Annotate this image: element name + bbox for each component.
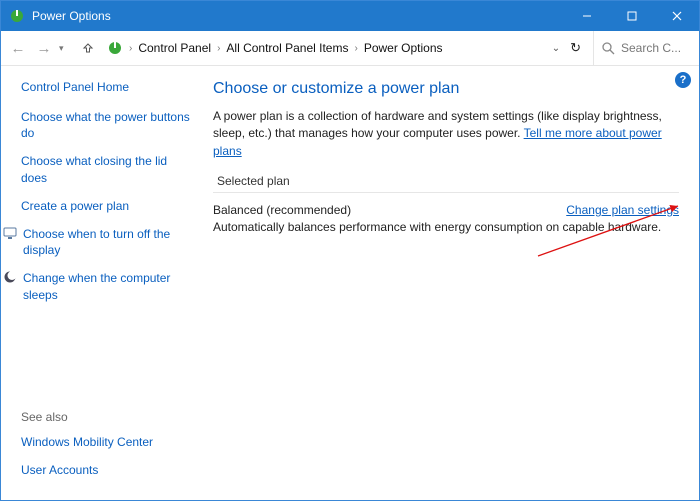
back-button[interactable]: ← bbox=[7, 40, 29, 57]
moon-icon bbox=[3, 270, 19, 284]
window-controls bbox=[564, 1, 699, 31]
main-panel: ? Choose or customize a power plan A pow… bbox=[203, 66, 699, 500]
chevron-right-icon: › bbox=[127, 43, 134, 54]
breadcrumb[interactable]: › Control Panel › All Control Panel Item… bbox=[103, 40, 589, 56]
sidebar-link-user-accounts[interactable]: User Accounts bbox=[21, 462, 193, 478]
breadcrumb-seg[interactable]: Power Options bbox=[364, 41, 443, 55]
window-titlebar: Power Options bbox=[1, 1, 699, 31]
maximize-button[interactable] bbox=[609, 1, 654, 31]
refresh-button[interactable]: ↻ bbox=[570, 40, 581, 56]
page-heading: Choose or customize a power plan bbox=[213, 80, 679, 98]
close-button[interactable] bbox=[654, 1, 699, 31]
chevron-right-icon: › bbox=[352, 43, 359, 54]
sidebar-link-create-plan[interactable]: Create a power plan bbox=[21, 198, 193, 214]
up-button[interactable] bbox=[77, 37, 99, 59]
search-icon bbox=[602, 42, 615, 55]
plan-description: Automatically balances performance with … bbox=[213, 220, 679, 234]
selected-plan-label: Selected plan bbox=[213, 174, 679, 193]
page-description: A power plan is a collection of hardware… bbox=[213, 108, 679, 160]
search-placeholder: Search C... bbox=[621, 41, 681, 55]
see-also-label: See also bbox=[21, 410, 193, 424]
sidebar-link-power-buttons[interactable]: Choose what the power buttons do bbox=[21, 109, 193, 141]
sidebar-link-turn-off-display[interactable]: Choose when to turn off the display bbox=[3, 226, 193, 258]
control-panel-icon bbox=[107, 40, 123, 56]
navigation-toolbar: ← → ▾ › Control Panel › All Control Pane… bbox=[1, 31, 699, 66]
history-dropdown[interactable]: ▾ bbox=[59, 43, 73, 54]
sidebar: Control Panel Home Choose what the power… bbox=[1, 66, 203, 500]
plan-name: Balanced (recommended) bbox=[213, 203, 351, 217]
sidebar-link-computer-sleeps[interactable]: Change when the computer sleeps bbox=[3, 270, 193, 302]
breadcrumb-seg[interactable]: Control Panel bbox=[138, 41, 211, 55]
forward-button[interactable]: → bbox=[33, 40, 55, 57]
app-icon bbox=[9, 8, 25, 24]
sidebar-link-closing-lid[interactable]: Choose what closing the lid does bbox=[21, 153, 193, 185]
breadcrumb-dropdown[interactable]: ⌄ bbox=[552, 43, 560, 54]
change-plan-settings-link[interactable]: Change plan settings bbox=[566, 203, 679, 217]
monitor-icon bbox=[3, 226, 19, 240]
minimize-button[interactable] bbox=[564, 1, 609, 31]
chevron-right-icon: › bbox=[215, 43, 222, 54]
sidebar-link-mobility-center[interactable]: Windows Mobility Center bbox=[21, 434, 193, 450]
control-panel-home-link[interactable]: Control Panel Home bbox=[21, 80, 193, 94]
window-title: Power Options bbox=[32, 9, 564, 23]
breadcrumb-seg[interactable]: All Control Panel Items bbox=[226, 41, 348, 55]
search-input[interactable]: Search C... bbox=[593, 31, 693, 65]
help-icon[interactable]: ? bbox=[675, 72, 691, 88]
